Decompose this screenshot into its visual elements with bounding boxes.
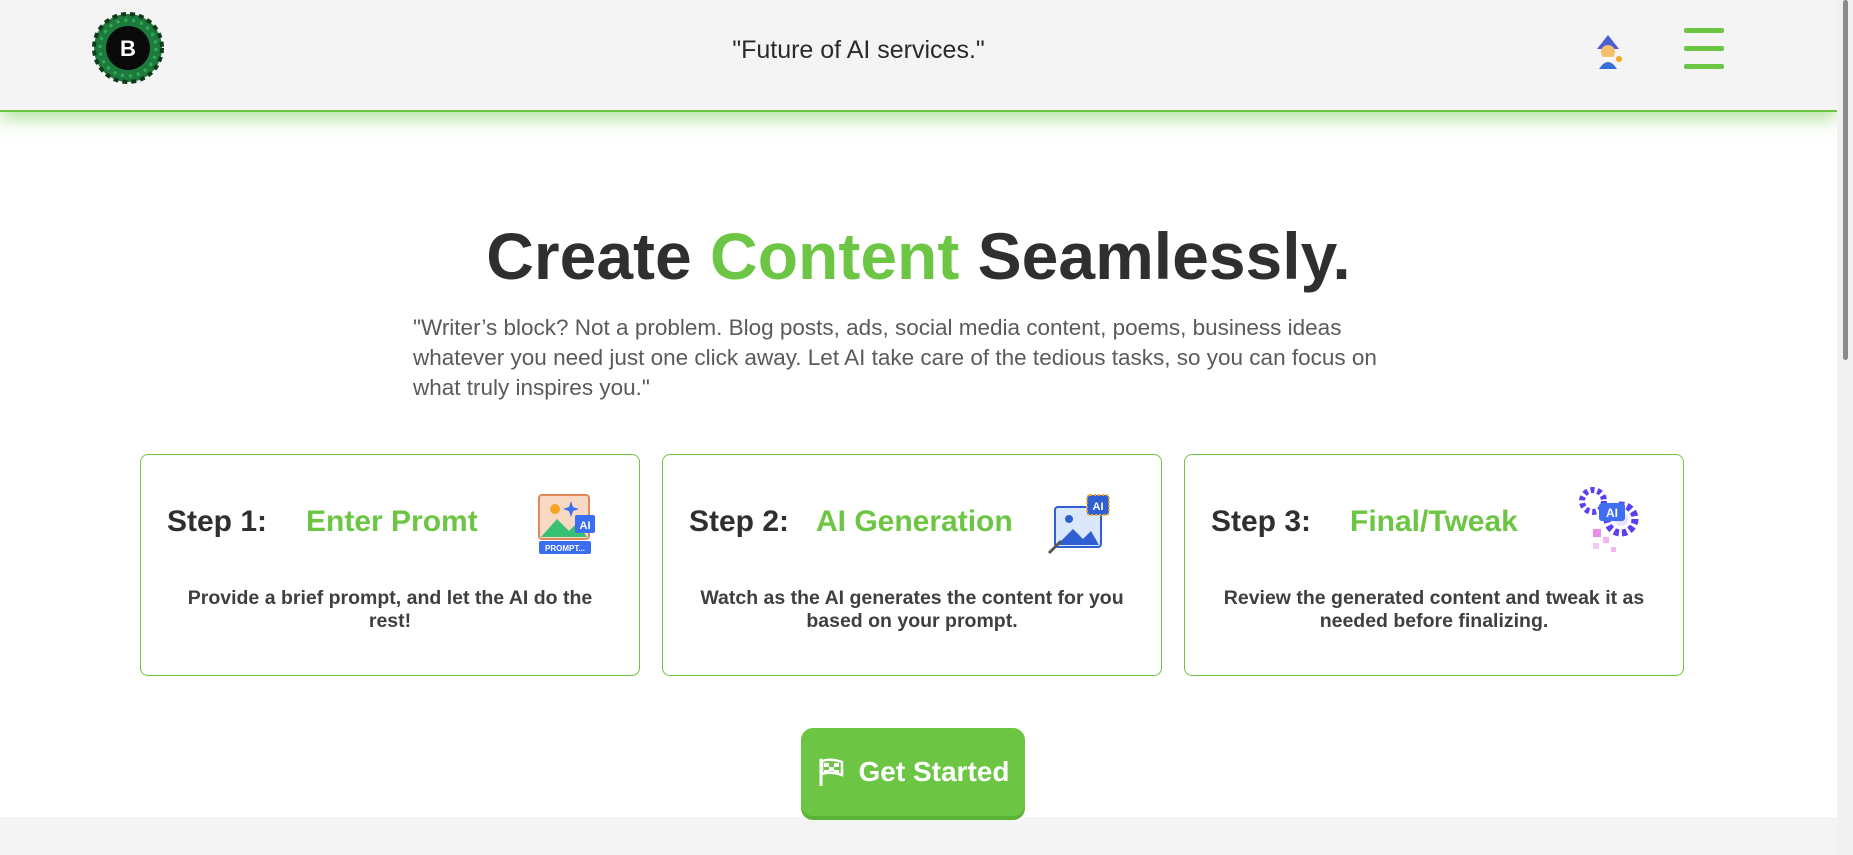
icon-badge: AI xyxy=(1093,501,1104,513)
get-started-label: Get Started xyxy=(858,756,1010,787)
prompt-image-icon: AI PROMPT... xyxy=(533,491,599,557)
menu-bar xyxy=(1684,28,1724,33)
menu-bar xyxy=(1684,46,1724,51)
step-number: Step 3: xyxy=(1211,505,1312,538)
step-name: Final/Tweak xyxy=(1350,505,1518,538)
hero-title-end: Seamlessly. xyxy=(959,219,1351,293)
step-number: Step 2: xyxy=(689,505,790,538)
hero-title-accent: Content xyxy=(710,219,960,293)
wizard-avatar-icon xyxy=(1597,35,1622,69)
hero-description: "Writer’s block? Not a problem. Blog pos… xyxy=(413,315,1377,400)
step-name: AI Generation xyxy=(816,505,1013,538)
step-name: Enter Promt xyxy=(306,505,478,538)
user-avatar-button[interactable] xyxy=(1593,35,1623,69)
step-card-2: Step 2: AI Generation AI Watch as the AI… xyxy=(662,454,1162,676)
ai-image-generation-icon: AI xyxy=(1047,491,1113,557)
hamburger-menu-button[interactable] xyxy=(1684,28,1724,72)
footer-strip xyxy=(0,817,1837,855)
checkered-flag-icon xyxy=(819,758,843,786)
scrollbar-thumb[interactable] xyxy=(1843,0,1848,360)
step-card-1: Step 1: Enter Promt AI PROMPT... Provide… xyxy=(140,454,640,676)
step-description: Review the generated content and tweak i… xyxy=(1223,587,1645,632)
get-started-button[interactable]: Get Started xyxy=(801,728,1025,816)
icon-badge: AI xyxy=(1606,506,1618,520)
hero-title: Create Content Seamlessly. xyxy=(0,218,1837,294)
menu-bar xyxy=(1684,64,1724,69)
icon-tag: PROMPT... xyxy=(545,544,585,553)
ai-gears-icon: AI xyxy=(1575,485,1649,559)
icon-badge: AI xyxy=(580,520,591,532)
hero-title-start: Create xyxy=(486,219,711,293)
step-card-3: Step 3: Final/Tweak AI Review the genera… xyxy=(1184,454,1684,676)
step-description: Provide a brief prompt, and let the AI d… xyxy=(187,587,593,632)
site-header: B "Future of AI services." xyxy=(0,0,1837,112)
step-number: Step 1: xyxy=(167,505,268,538)
step-description: Watch as the AI generates the content fo… xyxy=(700,587,1124,632)
header-tagline: "Future of AI services." xyxy=(732,36,985,64)
